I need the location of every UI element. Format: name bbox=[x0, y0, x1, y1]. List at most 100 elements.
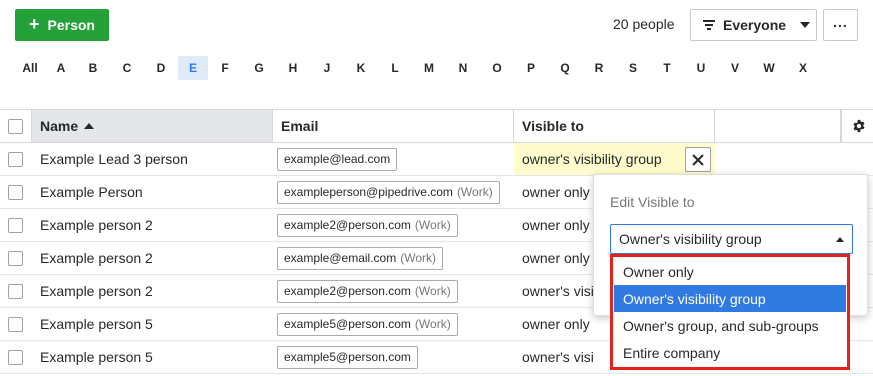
email-address: example2@person.com bbox=[284, 218, 411, 232]
alpha-x[interactable]: X bbox=[786, 56, 820, 80]
alpha-b[interactable]: B bbox=[76, 56, 110, 80]
email-cell: example@email.com (Work) bbox=[277, 242, 443, 274]
option-owners-group-and-subgroups[interactable]: Owner's group, and sub-groups bbox=[614, 312, 846, 339]
filter-dropdown[interactable]: Everyone bbox=[690, 9, 817, 41]
row-checkbox[interactable] bbox=[8, 151, 23, 167]
alpha-t[interactable]: T bbox=[650, 56, 684, 80]
alpha-g[interactable]: G bbox=[242, 56, 276, 80]
chevron-up-icon bbox=[836, 237, 844, 242]
row-checkbox-cell bbox=[8, 143, 23, 175]
alpha-o[interactable]: O bbox=[480, 56, 514, 80]
person-name[interactable]: Example person 2 bbox=[40, 275, 153, 307]
email-cell: example2@person.com (Work) bbox=[277, 209, 458, 241]
alpha-j[interactable]: J bbox=[310, 56, 344, 80]
row-checkbox-cell bbox=[8, 275, 23, 307]
option-owners-visibility-group[interactable]: Owner's visibility group bbox=[614, 285, 846, 312]
email-chip[interactable]: example@email.com (Work) bbox=[277, 246, 443, 270]
alpha-f[interactable]: F bbox=[208, 56, 242, 80]
visible-to-value[interactable]: owner's visi bbox=[522, 341, 594, 373]
email-chip[interactable]: example2@person.com (Work) bbox=[277, 213, 458, 237]
email-chip[interactable]: example5@person.com bbox=[277, 345, 418, 369]
visibility-select[interactable]: Owner's visibility group bbox=[610, 224, 853, 254]
column-settings-cell bbox=[841, 110, 873, 142]
alpha-s[interactable]: S bbox=[616, 56, 650, 80]
sort-ascending-icon bbox=[84, 123, 95, 129]
alpha-d[interactable]: D bbox=[144, 56, 178, 80]
visible-to-value[interactable]: owner only bbox=[522, 209, 590, 241]
visible-to-value[interactable]: owner only bbox=[522, 242, 590, 274]
row-checkbox[interactable] bbox=[8, 217, 23, 233]
row-checkbox-cell bbox=[8, 308, 23, 340]
row-checkbox[interactable] bbox=[8, 184, 23, 200]
person-name[interactable]: Example person 5 bbox=[40, 308, 153, 340]
email-address: exampleperson@pipedrive.com bbox=[284, 185, 453, 199]
alpha-all[interactable]: All bbox=[14, 56, 46, 80]
row-checkbox-cell bbox=[8, 341, 23, 373]
option-owner-only[interactable]: Owner only bbox=[614, 258, 846, 285]
column-header-visible-to[interactable]: Visible to bbox=[514, 110, 715, 142]
email-address: example5@person.com bbox=[284, 317, 411, 331]
alpha-e[interactable]: E bbox=[178, 56, 208, 80]
email-cell: example2@person.com (Work) bbox=[277, 275, 458, 307]
close-icon bbox=[692, 153, 704, 166]
email-chip[interactable]: example2@person.com (Work) bbox=[277, 279, 458, 303]
people-count: 20 people bbox=[613, 16, 675, 32]
alpha-a[interactable]: A bbox=[46, 56, 76, 80]
alpha-c[interactable]: C bbox=[110, 56, 144, 80]
visible-to-value[interactable]: owner's visi bbox=[522, 275, 594, 307]
add-person-label: Person bbox=[47, 17, 95, 33]
email-type-label: (Work) bbox=[400, 251, 436, 265]
person-name[interactable]: Example person 2 bbox=[40, 209, 153, 241]
alpha-r[interactable]: R bbox=[582, 56, 616, 80]
row-checkbox[interactable] bbox=[8, 316, 23, 332]
column-header-name[interactable]: Name bbox=[32, 110, 273, 142]
alpha-k[interactable]: K bbox=[344, 56, 378, 80]
email-address: example2@person.com bbox=[284, 284, 411, 298]
email-cell: example@lead.com bbox=[277, 143, 398, 175]
alpha-l[interactable]: L bbox=[378, 56, 412, 80]
visibility-select-value: Owner's visibility group bbox=[619, 231, 762, 247]
person-name[interactable]: Example person 5 bbox=[40, 341, 153, 373]
alpha-h[interactable]: H bbox=[276, 56, 310, 80]
table-row[interactable]: Example Lead 3 person example@lead.com o… bbox=[0, 143, 873, 176]
email-chip[interactable]: example@lead.com bbox=[277, 147, 398, 171]
email-address: example@lead.com bbox=[284, 152, 391, 166]
row-checkbox[interactable] bbox=[8, 283, 23, 299]
alpha-m[interactable]: M bbox=[412, 56, 446, 80]
row-checkbox-cell bbox=[8, 242, 23, 274]
visible-to-value: owner's visibility group bbox=[522, 151, 662, 167]
gear-icon[interactable] bbox=[852, 119, 866, 133]
alpha-q[interactable]: Q bbox=[548, 56, 582, 80]
option-entire-company[interactable]: Entire company bbox=[614, 339, 846, 366]
email-type-label: (Work) bbox=[414, 284, 451, 298]
add-person-button[interactable]: + Person bbox=[15, 9, 109, 41]
person-name[interactable]: Example person 2 bbox=[40, 242, 153, 274]
email-chip[interactable]: example5@person.com (Work) bbox=[277, 312, 458, 336]
column-visible-label: Visible to bbox=[522, 118, 584, 134]
column-email-label: Email bbox=[281, 118, 319, 134]
alpha-u[interactable]: U bbox=[684, 56, 718, 80]
column-header-empty bbox=[715, 110, 841, 142]
person-name[interactable]: Example Person bbox=[40, 176, 143, 208]
alpha-n[interactable]: N bbox=[446, 56, 480, 80]
row-checkbox[interactable] bbox=[8, 349, 23, 365]
alpha-p[interactable]: P bbox=[514, 56, 548, 80]
email-chip[interactable]: exampleperson@pipedrive.com (Work) bbox=[277, 180, 500, 204]
row-checkbox[interactable] bbox=[8, 250, 23, 266]
visible-to-value[interactable]: owner only bbox=[522, 308, 590, 340]
plus-icon: + bbox=[29, 14, 40, 34]
more-actions-button[interactable]: ... bbox=[823, 9, 858, 41]
alpha-w[interactable]: W bbox=[752, 56, 786, 80]
email-cell: example5@person.com bbox=[277, 341, 418, 373]
select-all-checkbox[interactable] bbox=[8, 118, 23, 134]
chevron-down-icon bbox=[800, 22, 811, 28]
popover-title: Edit Visible to bbox=[610, 194, 695, 210]
cancel-edit-button[interactable] bbox=[685, 147, 711, 172]
person-name[interactable]: Example Lead 3 person bbox=[40, 143, 188, 175]
email-cell: example5@person.com (Work) bbox=[277, 308, 458, 340]
visible-to-value[interactable]: owner only bbox=[522, 176, 590, 208]
column-header-email[interactable]: Email bbox=[273, 110, 514, 142]
email-type-label: (Work) bbox=[456, 185, 493, 199]
alpha-v[interactable]: V bbox=[718, 56, 752, 80]
email-cell: exampleperson@pipedrive.com (Work) bbox=[277, 176, 500, 208]
